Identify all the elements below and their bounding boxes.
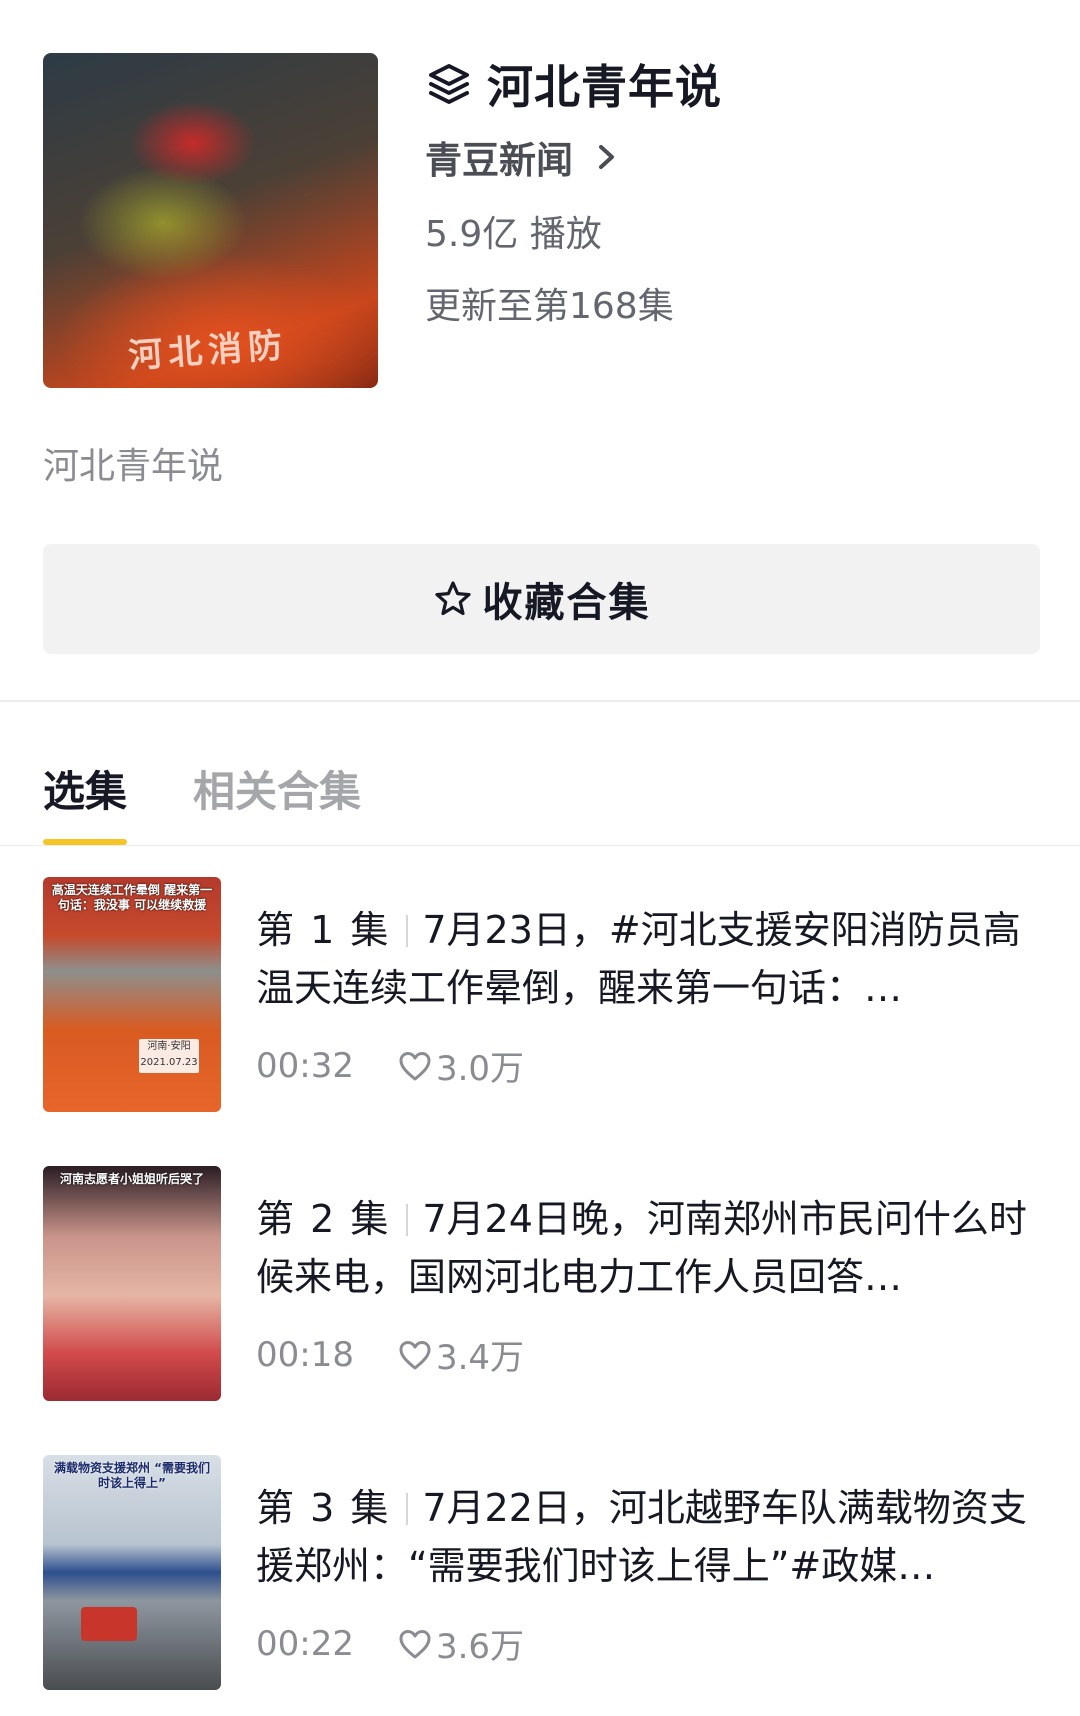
tab-episodes[interactable]: 选集 — [43, 758, 127, 819]
star-outline-icon — [434, 581, 471, 616]
episode-number: 第 1 集 — [256, 908, 391, 952]
tab-related-collections[interactable]: 相关合集 — [193, 758, 361, 819]
episode-meta: 00:18 3.4万 — [256, 1330, 524, 1379]
thumbnail-caption: 满载物资支援郑州 “需要我们时该上得上” — [53, 1461, 211, 1490]
source-name: 青豆新闻 — [425, 139, 573, 182]
title-separator — [406, 915, 409, 947]
tab-bar-divider — [0, 845, 1080, 846]
likes-count: 3.6万 — [435, 1627, 525, 1667]
update-status: 更新至第168集 — [425, 286, 674, 327]
cover-stamp-text: 河北消防 — [127, 325, 290, 377]
layers-icon — [429, 64, 469, 104]
likes-count: 3.0万 — [435, 1049, 525, 1089]
episode-thumbnail[interactable]: 满载物资支援郑州 “需要我们时该上得上” — [43, 1455, 221, 1690]
episode-duration: 00:32 — [256, 1045, 354, 1086]
likes-count: 3.4万 — [435, 1338, 525, 1378]
episode-thumbnail[interactable]: 河南志愿者小姐姐听后哭了 — [43, 1166, 221, 1401]
collection-description: 河北青年说 — [43, 446, 224, 487]
episode-title: 第 1 集 7月23日，#河北支援安阳消防员高温天连续工作晕倒，醒来第一句话：… — [256, 901, 1046, 1017]
favorite-collection-button[interactable]: 收藏合集 — [43, 544, 1040, 654]
episode-likes: 3.0万 — [398, 1041, 524, 1090]
title-separator — [406, 1204, 409, 1236]
favorite-button-label: 收藏合集 — [482, 581, 651, 625]
collection-title: 河北青年说 — [487, 60, 722, 114]
section-divider — [0, 700, 1080, 702]
episode-number: 第 2 集 — [256, 1197, 391, 1241]
episode-item[interactable]: 高温天连续工作晕倒 醒来第一句话：我没事 可以继续救援 河南·安阳 2021.0… — [0, 877, 1080, 1115]
collection-title-row: 河北青年说 — [425, 52, 722, 116]
collection-cover-image[interactable]: 河北消防 — [43, 53, 378, 388]
chevron-right-icon — [599, 145, 614, 169]
heart-outline-icon — [399, 1340, 431, 1369]
episode-duration: 00:18 — [256, 1334, 354, 1375]
thumbnail-caption: 河南志愿者小姐姐听后哭了 — [59, 1172, 204, 1186]
episode-duration: 00:22 — [256, 1623, 354, 1664]
episode-item[interactable]: 河南志愿者小姐姐听后哭了 第 2 集 7月24日晚，河南郑州市民问什么时候来电，国… — [0, 1166, 1080, 1404]
episode-item[interactable]: 满载物资支援郑州 “需要我们时该上得上” 第 3 集 7月22日，河北越野车队满载… — [0, 1455, 1080, 1693]
title-separator — [406, 1493, 409, 1525]
episode-meta: 00:32 3.0万 — [256, 1041, 524, 1090]
heart-outline-icon — [399, 1629, 431, 1658]
play-count: 5.9亿 播放 — [425, 214, 602, 255]
episode-likes: 3.6万 — [398, 1619, 524, 1668]
episode-likes: 3.4万 — [398, 1330, 524, 1379]
episode-title: 第 3 集 7月22日，河北越野车队满载物资支援郑州：“需要我们时该上得上”#政媒… — [256, 1479, 1046, 1595]
episode-number: 第 3 集 — [256, 1486, 391, 1530]
thumbnail-caption: 高温天连续工作晕倒 醒来第一句话：我没事 可以继续救援 — [51, 883, 213, 912]
thumbnail-location-tag: 河南·安阳 2021.07.23 — [139, 1039, 199, 1073]
episode-meta: 00:22 3.6万 — [256, 1619, 524, 1668]
thumbnail-vehicle — [81, 1607, 137, 1641]
episode-title: 第 2 集 7月24日晚，河南郑州市民问什么时候来电，国网河北电力工作人员回答… — [256, 1190, 1046, 1306]
episode-thumbnail[interactable]: 高温天连续工作晕倒 醒来第一句话：我没事 可以继续救援 河南·安阳 2021.0… — [43, 877, 221, 1112]
heart-outline-icon — [399, 1051, 431, 1080]
source-link[interactable]: 青豆新闻 — [425, 130, 619, 184]
